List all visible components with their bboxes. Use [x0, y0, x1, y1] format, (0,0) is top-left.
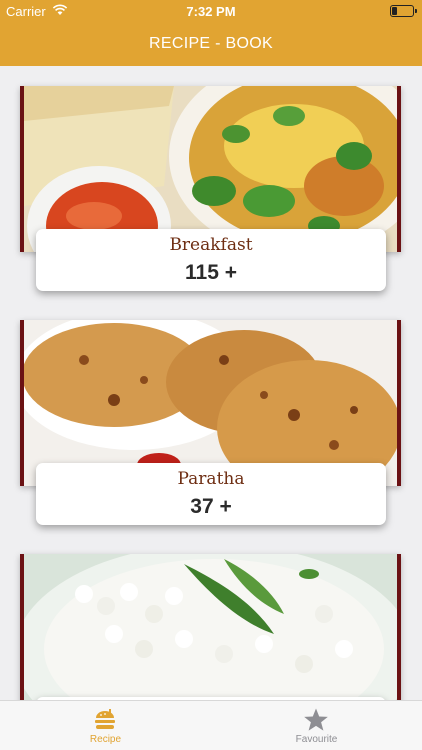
category-name: Breakfast [169, 235, 253, 255]
category-name: Paratha [177, 469, 245, 489]
category-card-breakfast[interactable]: Breakfast 115 + [20, 86, 401, 291]
tab-bar: Recipe Favourite [0, 700, 422, 750]
sabudana-photo [20, 554, 401, 700]
category-info-breakfast[interactable]: Breakfast 115 + [36, 229, 386, 291]
star-icon [304, 708, 328, 731]
status-bar: Carrier 7:32 PM [0, 0, 422, 22]
recipe-count: 115 + [185, 261, 237, 284]
tab-favourite-label: Favourite [295, 734, 338, 745]
category-card-third[interactable] [20, 554, 401, 700]
paratha-photo [20, 320, 401, 486]
tab-favourite[interactable]: Favourite [211, 701, 422, 750]
category-list[interactable]: Breakfast 115 + Paratha 37 + [0, 66, 422, 700]
navigation-bar: RECIPE - BOOK [0, 22, 422, 66]
category-card-paratha[interactable]: Paratha 37 + [20, 320, 401, 525]
recipe-count: 37 + [190, 495, 232, 518]
page-title: RECIPE - BOOK [149, 35, 273, 52]
breakfast-photo [20, 86, 401, 252]
category-info-paratha[interactable]: Paratha 37 + [36, 463, 386, 525]
burger-icon [95, 709, 115, 729]
status-time: 7:32 PM [186, 4, 236, 19]
tab-recipe-label: Recipe [89, 734, 122, 745]
tab-recipe[interactable]: Recipe [0, 701, 211, 750]
battery-icon [390, 5, 417, 17]
